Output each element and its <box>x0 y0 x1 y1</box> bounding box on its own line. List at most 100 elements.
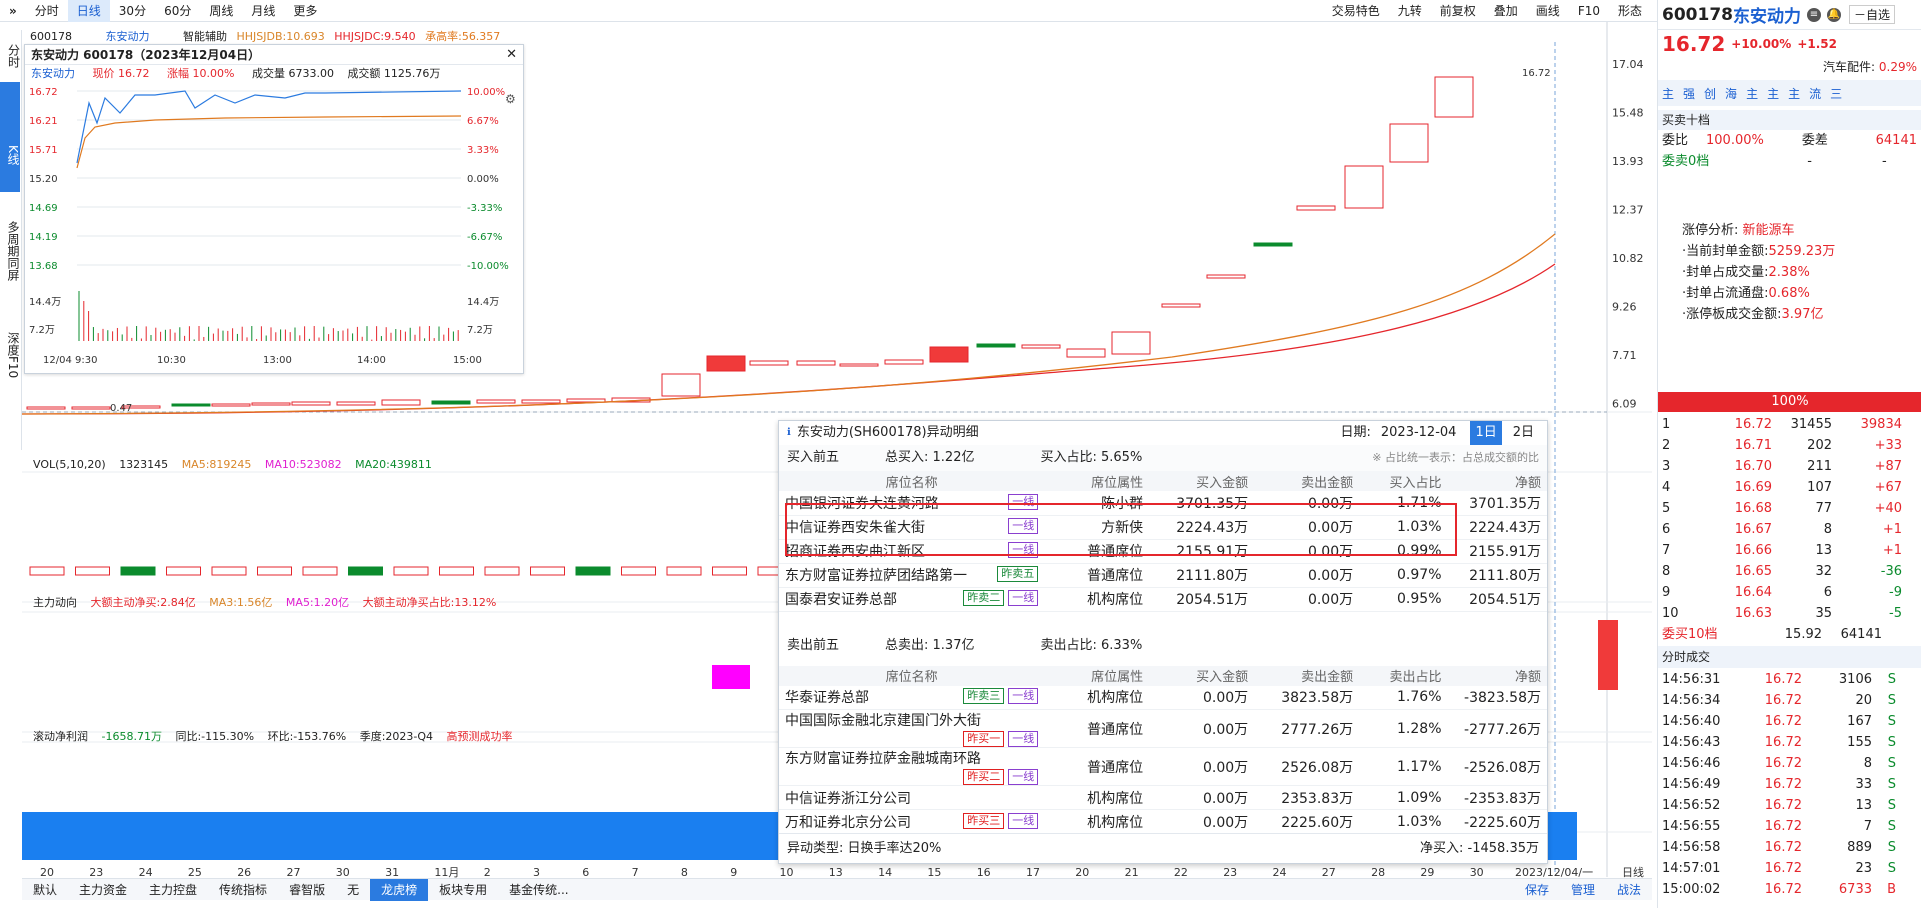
intraday-chart: 16.72 16.21 15.71 15.20 14.69 14.19 13.68 14.4万… <box>29 87 516 366</box>
xaxis-label: 日线 <box>1622 865 1644 879</box>
tool-6[interactable]: 形态 <box>1609 0 1651 22</box>
zl-bar <box>1598 620 1618 690</box>
rp-wbv: 100.00% <box>1706 133 1764 148</box>
chip[interactable]: 主 <box>1746 85 1758 102</box>
seat-b: 0.00万 <box>1202 690 1249 707</box>
vol-value: 1323145 <box>119 458 169 471</box>
seat-b: 0.00万 <box>1202 814 1249 831</box>
lhb-row[interactable]: 华泰证券总部 昨卖三 一线 机构席位 0.00万 3823.58万 1.76% -3823.5… <box>779 686 1547 710</box>
chip[interactable]: 主 <box>1767 85 1779 102</box>
mini-xl: 13:00 <box>263 355 292 366</box>
seat-b: 2054.51万 <box>1176 592 1249 608</box>
indicator-tab[interactable]: 龙虎榜 <box>370 878 429 901</box>
add-self-button[interactable]: －自选 <box>1848 5 1896 24</box>
chip[interactable]: 创 <box>1704 85 1716 102</box>
vol-ma10: MA10:523082 <box>264 458 342 471</box>
tool-0[interactable]: 交易特色 <box>1323 0 1389 22</box>
collapse-icon[interactable]: » <box>0 0 26 22</box>
chip[interactable]: 流 <box>1809 85 1821 102</box>
vol-label: VOL(5,10,20) <box>33 458 106 471</box>
gear-icon[interactable]: ⚙ <box>505 92 516 106</box>
tab-1[interactable]: 日线 <box>67 0 110 22</box>
col-header: 净额 <box>1447 471 1547 491</box>
intraday-popup[interactable]: 东安动力 600178（2023年12月04日） ✕ 东安动力 现价 16.72… <box>24 44 524 374</box>
mini-yr: 7.2万 <box>467 325 493 336</box>
tab-5[interactable]: 月线 <box>242 0 284 22</box>
mini-yr: -3.33% <box>467 203 502 214</box>
lhb-detail-panel[interactable]: ℹ 东安动力(SH600178)异动明细 日期: 2023-12-04 1日 2… <box>778 420 1548 864</box>
seat-name: 中信证券西安朱雀大街 <box>785 520 925 536</box>
chip[interactable]: 三 <box>1830 85 1842 102</box>
indicator-tab[interactable]: 睿智版 <box>278 879 336 901</box>
indicator-tab[interactable]: 主力控盘 <box>138 879 208 901</box>
indicator-tab[interactable]: 默认 <box>22 879 68 901</box>
col-header: 买入金额 <box>1149 665 1255 686</box>
bid-row: 9 16.64 6 -9 <box>1662 585 1902 600</box>
yaxis-label: 9.26 <box>1612 301 1637 314</box>
tool-1[interactable]: 九转 <box>1389 0 1431 22</box>
seat-a: 普通席位 <box>1087 721 1144 738</box>
nav-kline[interactable]: K线 <box>0 82 20 192</box>
candle <box>251 402 291 406</box>
chip[interactable]: 主 <box>1662 85 1674 102</box>
menu-icon[interactable]: ≡ <box>1806 7 1821 22</box>
indicator-tab[interactable]: 基金传统... <box>498 879 579 901</box>
tab-6[interactable]: 更多 <box>284 0 326 22</box>
indicator-tab[interactable]: 板块专用 <box>428 879 498 901</box>
tool-4[interactable]: 画线 <box>1527 0 1569 22</box>
tool-5[interactable]: F10 <box>1569 0 1609 22</box>
lhb-net: 净买入: -1458.35万 <box>1420 841 1539 856</box>
bid-row: 3 16.70 211 +87 <box>1662 459 1902 474</box>
tick-row: 14:56:31 16.72 3106 S <box>1662 672 1896 687</box>
mini-price-line <box>76 90 462 164</box>
tab-4[interactable]: 周线 <box>200 0 242 22</box>
close-icon[interactable]: ✕ <box>506 47 517 62</box>
chip[interactable]: 主 <box>1788 85 1800 102</box>
lhb-row[interactable]: 东方财富证券拉萨金融城南环路 昨买二 一线 普通席位 0.00万 2526.08万 1.17… <box>779 748 1547 786</box>
lhb-2day-tab[interactable]: 2日 <box>1508 421 1539 445</box>
tab-3[interactable]: 60分 <box>155 0 200 22</box>
col-header: 席位属性 <box>1044 471 1150 491</box>
nav-multi[interactable]: 多周期同屏 <box>0 192 20 302</box>
indicator-tab[interactable]: 无 <box>336 879 370 901</box>
lhb-row[interactable]: 万和证券北京分公司 昨买三 一线 机构席位 0.00万 2225.60万 1.03% -222… <box>779 810 1547 834</box>
seat-s: 0.00万 <box>1307 495 1354 512</box>
bell-icon[interactable]: 🔔 <box>1826 7 1841 22</box>
bottom-right-button[interactable]: 保存 <box>1514 879 1560 901</box>
seat-a: 方新侠 <box>1101 520 1144 536</box>
candle <box>929 346 969 363</box>
candle <box>1161 303 1201 308</box>
chip[interactable]: 强 <box>1683 85 1695 102</box>
tool-3[interactable]: 叠加 <box>1485 0 1527 22</box>
bottom-right-button[interactable]: 管理 <box>1560 879 1606 901</box>
lhb-row[interactable]: 国泰君安证券总部 昨卖二 一线 机构席位 2054.51万 0.00万 0.95% 2054.… <box>779 587 1547 611</box>
seat-b: 3701.35万 <box>1176 495 1249 512</box>
vol-bar <box>211 566 247 576</box>
candle <box>26 406 66 410</box>
lhb-row[interactable]: 中信证券西安朱雀大街 一线 方新侠 2224.43万 0.00万 1.03% 2224.43… <box>779 515 1547 539</box>
nav-fenshi[interactable]: 分时 <box>1 30 21 82</box>
seat-b: 0.00万 <box>1202 759 1249 776</box>
bottom-right-button[interactable]: 战法 <box>1606 879 1652 901</box>
lhb-row[interactable]: 东方财富证券拉萨团结路第一 昨卖五 普通席位 2111.80万 0.00万 0.97% 21… <box>779 563 1547 587</box>
candle <box>706 355 746 372</box>
seat-b: 0.00万 <box>1202 790 1249 807</box>
lhb-row[interactable]: 中国国际金融北京建国门外大街 昨买一 一线 普通席位 0.00万 2777.26万 1.28… <box>779 710 1547 748</box>
tool-2[interactable]: 前复权 <box>1431 0 1485 22</box>
lhb-row[interactable]: 中信证券浙江分公司 机构席位 0.00万 2353.83万 1.09% -2353.83万 <box>779 786 1547 810</box>
indicator-tab[interactable]: 主力资金 <box>68 879 138 901</box>
rp-code: 600178 <box>1662 4 1733 25</box>
mini-yr: -6.67% <box>467 232 502 243</box>
rp-chg: +1.52 <box>1797 37 1837 51</box>
chip[interactable]: 海 <box>1725 85 1737 102</box>
tab-0[interactable]: 分时 <box>26 0 68 22</box>
tick-row: 14:56:58 16.72 889 S <box>1662 840 1896 855</box>
tab-2[interactable]: 30分 <box>110 0 155 22</box>
lhb-row[interactable]: 招商证券西安曲江新区 一线 普通席位 2155.91万 0.00万 0.99% 2155.9… <box>779 539 1547 563</box>
nav-f10[interactable]: 深度F10 <box>0 302 20 402</box>
indicator-tab[interactable]: 传统指标 <box>208 879 278 901</box>
rp-sector[interactable]: 汽车配件: 0.29% <box>1658 58 1921 80</box>
lhb-1day-tab[interactable]: 1日 <box>1470 421 1502 445</box>
buy-ratio-bar: 100% <box>1658 392 1921 412</box>
lhb-row[interactable]: 中国银河证券大连黄河路 一线 陈小群 3701.35万 0.00万 1.71% 3701.3… <box>779 491 1547 515</box>
